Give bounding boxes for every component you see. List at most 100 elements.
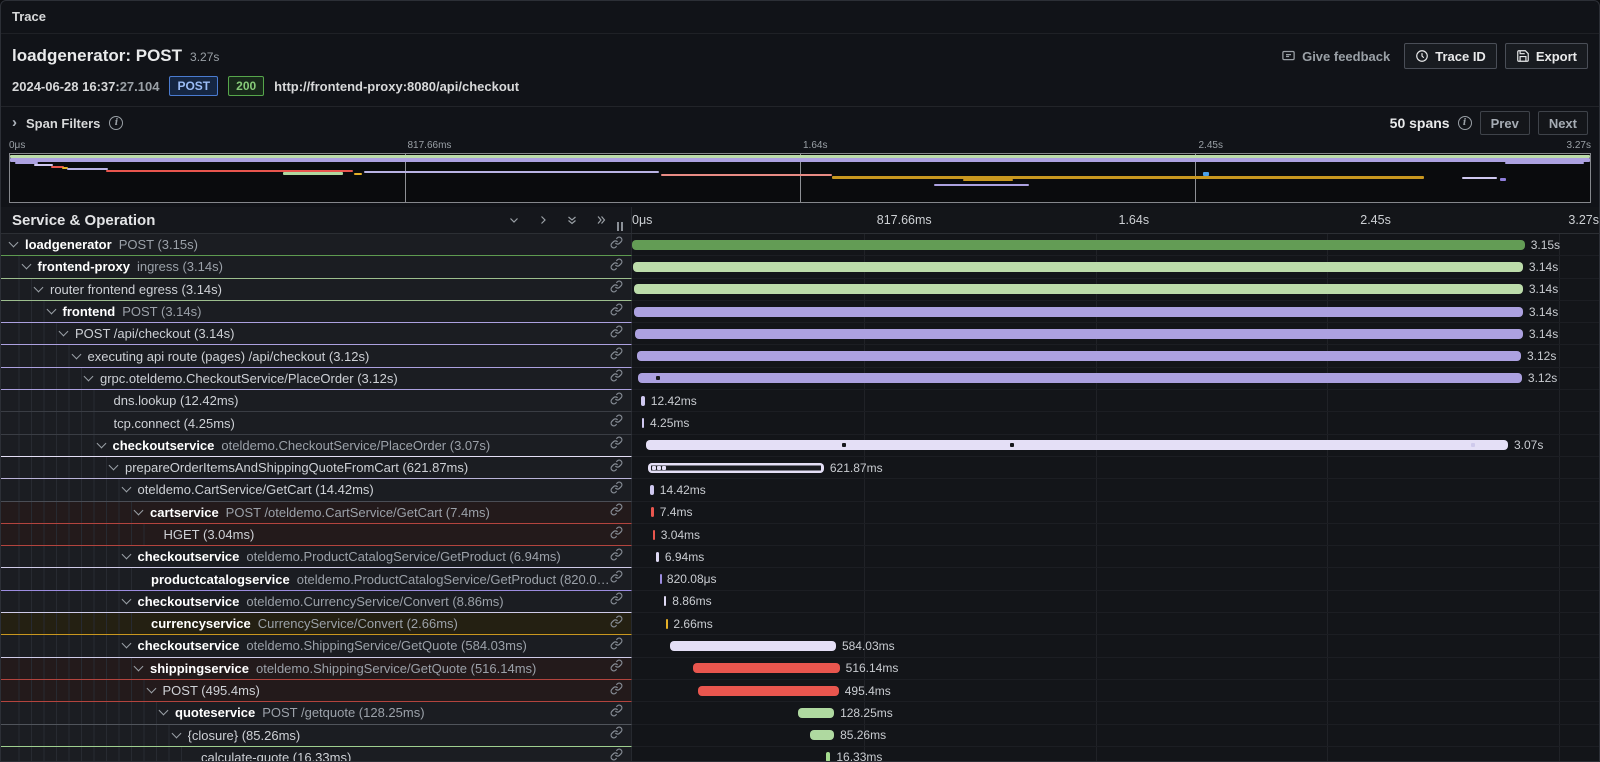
- span-bar[interactable]: [632, 240, 1525, 250]
- span-row[interactable]: frontend-proxyingress (3.14s)3.14s: [1, 256, 1599, 278]
- span-row[interactable]: grpc.oteldemo.CheckoutService/PlaceOrder…: [1, 368, 1599, 390]
- span-label-cell[interactable]: frontendPOST (3.14s): [1, 301, 632, 323]
- span-bar[interactable]: [666, 619, 668, 629]
- span-link-icon[interactable]: [610, 369, 623, 387]
- span-link-icon[interactable]: [610, 503, 623, 521]
- span-link-icon[interactable]: [610, 325, 623, 343]
- span-link-icon[interactable]: [610, 303, 623, 321]
- span-link-icon[interactable]: [610, 459, 623, 477]
- span-row[interactable]: HGET (3.04ms)3.04ms: [1, 524, 1599, 546]
- span-row[interactable]: checkoutserviceoteldemo.CurrencyService/…: [1, 591, 1599, 613]
- span-filters-label[interactable]: Span Filters: [26, 116, 100, 131]
- span-label-cell[interactable]: checkoutserviceoteldemo.ShippingService/…: [1, 635, 632, 657]
- span-row[interactable]: checkoutserviceoteldemo.CheckoutService/…: [1, 435, 1599, 457]
- span-label-cell[interactable]: calculate-quote (16.33ms): [1, 747, 632, 762]
- give-feedback-link[interactable]: Give feedback: [1281, 49, 1390, 64]
- chevron-right-icon[interactable]: ›: [12, 114, 17, 131]
- span-bar[interactable]: [664, 596, 667, 606]
- prev-span-button[interactable]: Prev: [1480, 111, 1530, 135]
- span-label-cell[interactable]: tcp.connect (4.25ms): [1, 412, 632, 434]
- span-label-cell[interactable]: POST (495.4ms): [1, 680, 632, 702]
- span-label-cell[interactable]: checkoutserviceoteldemo.CheckoutService/…: [1, 435, 632, 457]
- span-label-cell[interactable]: shippingserviceoteldemo.ShippingService/…: [1, 658, 632, 680]
- span-bar[interactable]: [641, 396, 645, 406]
- double-chevron-right-icon[interactable]: [595, 214, 607, 226]
- span-bar[interactable]: [642, 418, 644, 428]
- span-link-icon[interactable]: [610, 592, 623, 610]
- span-row[interactable]: oteldemo.CartService/GetCart (14.42ms)14…: [1, 479, 1599, 501]
- span-row[interactable]: POST (495.4ms)495.4ms: [1, 680, 1599, 702]
- span-row[interactable]: calculate-quote (16.33ms)16.33ms: [1, 747, 1599, 762]
- span-row[interactable]: loadgeneratorPOST (3.15s)3.15s: [1, 234, 1599, 256]
- span-link-icon[interactable]: [610, 748, 623, 762]
- span-bar[interactable]: [648, 463, 824, 473]
- span-label-cell[interactable]: executing api route (pages) /api/checkou…: [1, 345, 632, 367]
- column-resize-grip[interactable]: [617, 222, 623, 231]
- span-bar[interactable]: [698, 686, 839, 696]
- span-bar[interactable]: [635, 329, 1523, 339]
- expand-chevron-icon[interactable]: [109, 461, 119, 471]
- expand-chevron-icon[interactable]: [34, 282, 44, 292]
- span-link-icon[interactable]: [610, 637, 623, 655]
- span-link-icon[interactable]: [610, 347, 623, 365]
- expand-chevron-icon[interactable]: [171, 728, 181, 738]
- expand-chevron-icon[interactable]: [46, 305, 56, 315]
- span-link-icon[interactable]: [610, 258, 623, 276]
- span-bar[interactable]: [638, 373, 1522, 383]
- span-link-icon[interactable]: [610, 280, 623, 298]
- span-link-icon[interactable]: [610, 236, 623, 254]
- expand-chevron-icon[interactable]: [121, 483, 131, 493]
- span-link-icon[interactable]: [610, 682, 623, 700]
- span-row[interactable]: prepareOrderItemsAndShippingQuoteFromCar…: [1, 457, 1599, 479]
- span-bar[interactable]: [656, 552, 659, 562]
- span-bar[interactable]: [670, 641, 836, 651]
- span-bar[interactable]: [633, 262, 1523, 272]
- span-link-icon[interactable]: [610, 659, 623, 677]
- span-label-cell[interactable]: dns.lookup (12.42ms): [1, 390, 632, 412]
- span-label-cell[interactable]: router frontend egress (3.14s): [1, 279, 632, 301]
- span-link-icon[interactable]: [610, 481, 623, 499]
- span-label-cell[interactable]: productcatalogserviceoteldemo.ProductCat…: [1, 568, 632, 590]
- span-label-cell[interactable]: loadgeneratorPOST (3.15s): [1, 234, 632, 256]
- span-bar[interactable]: [651, 507, 653, 517]
- chevron-down-icon[interactable]: [508, 214, 520, 226]
- span-link-icon[interactable]: [610, 392, 623, 410]
- span-bar[interactable]: [646, 440, 1508, 450]
- span-row[interactable]: cartservicePOST /oteldemo.CartService/Ge…: [1, 502, 1599, 524]
- expand-chevron-icon[interactable]: [71, 349, 81, 359]
- expand-chevron-icon[interactable]: [59, 327, 69, 337]
- span-row[interactable]: productcatalogserviceoteldemo.ProductCat…: [1, 568, 1599, 590]
- expand-chevron-icon[interactable]: [121, 550, 131, 560]
- span-link-icon[interactable]: [610, 548, 623, 566]
- span-label-cell[interactable]: quoteservicePOST /getquote (128.25ms): [1, 702, 632, 724]
- span-label-cell[interactable]: cartservicePOST /oteldemo.CartService/Ge…: [1, 502, 632, 524]
- double-chevron-down-icon[interactable]: [566, 214, 578, 226]
- expand-chevron-icon[interactable]: [146, 684, 156, 694]
- span-bar[interactable]: [653, 530, 655, 540]
- span-link-icon[interactable]: [610, 704, 623, 722]
- span-bar[interactable]: [798, 708, 834, 718]
- span-row[interactable]: POST /api/checkout (3.14s)3.14s: [1, 323, 1599, 345]
- span-row[interactable]: frontendPOST (3.14s)3.14s: [1, 301, 1599, 323]
- span-link-icon[interactable]: [610, 414, 623, 432]
- span-label-cell[interactable]: grpc.oteldemo.CheckoutService/PlaceOrder…: [1, 368, 632, 390]
- span-label-cell[interactable]: currencyserviceCurrencyService/Convert (…: [1, 613, 632, 635]
- span-bar[interactable]: [634, 307, 1523, 317]
- span-bar[interactable]: [693, 663, 839, 673]
- span-bar[interactable]: [637, 351, 1521, 361]
- export-button[interactable]: Export: [1505, 43, 1588, 69]
- span-label-cell[interactable]: prepareOrderItemsAndShippingQuoteFromCar…: [1, 457, 632, 479]
- span-label-cell[interactable]: oteldemo.CartService/GetCart (14.42ms): [1, 479, 632, 501]
- span-label-cell[interactable]: {closure} (85.26ms): [1, 725, 632, 747]
- expand-chevron-icon[interactable]: [9, 238, 19, 248]
- span-bar[interactable]: [650, 485, 654, 495]
- expand-chevron-icon[interactable]: [84, 371, 94, 381]
- span-link-icon[interactable]: [610, 436, 623, 454]
- span-link-icon[interactable]: [610, 726, 623, 744]
- span-row[interactable]: currencyserviceCurrencyService/Convert (…: [1, 613, 1599, 635]
- span-link-icon[interactable]: [610, 615, 623, 633]
- expand-chevron-icon[interactable]: [121, 639, 131, 649]
- span-row[interactable]: checkoutserviceoteldemo.ProductCatalogSe…: [1, 546, 1599, 568]
- span-label-cell[interactable]: checkoutserviceoteldemo.CurrencyService/…: [1, 591, 632, 613]
- span-label-cell[interactable]: HGET (3.04ms): [1, 524, 632, 546]
